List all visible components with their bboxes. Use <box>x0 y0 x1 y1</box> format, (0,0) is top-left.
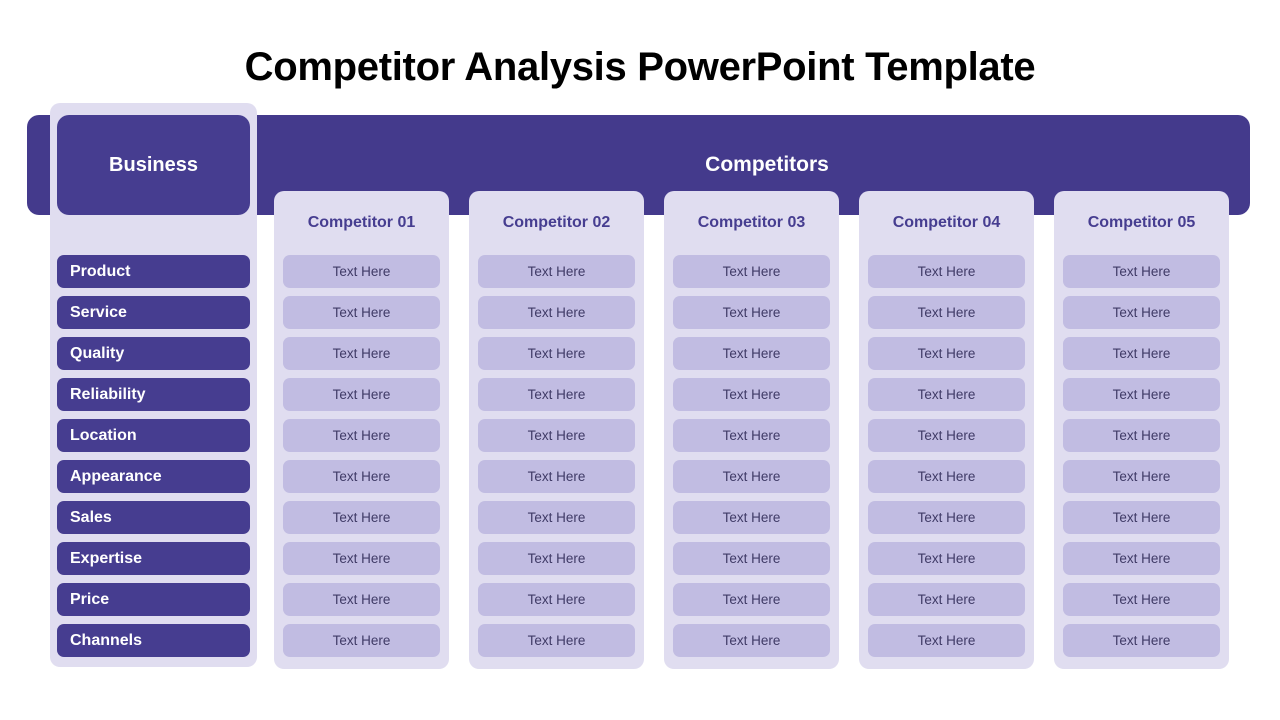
competitor-cell[interactable]: Text Here <box>868 460 1025 493</box>
competitor-cell[interactable]: Text Here <box>478 501 635 534</box>
competitor-cell[interactable]: Text Here <box>283 501 440 534</box>
competitor-cell[interactable]: Text Here <box>283 296 440 329</box>
competitor-column: Competitor 05 Text Here Text Here Text Here… <box>1054 191 1229 669</box>
page-title: Competitor Analysis PowerPoint Template <box>244 45 1036 89</box>
competitor-cell[interactable]: Text Here <box>478 419 635 452</box>
competitor-cell[interactable]: Text Here <box>868 583 1025 616</box>
competitor-cell[interactable]: Text Here <box>283 542 440 575</box>
competitor-cell[interactable]: Text Here <box>673 583 830 616</box>
competitor-column: Competitor 01 Text Here Text Here Text Here… <box>274 191 449 669</box>
competitor-cell[interactable]: Text Here <box>1063 460 1220 493</box>
competitor-cell[interactable]: Text Here <box>283 337 440 370</box>
competitor-cell[interactable]: Text Here <box>868 255 1025 288</box>
competitor-column: Competitor 03 Text Here Text Here Text Here… <box>664 191 839 669</box>
competitor-cell[interactable]: Text Here <box>283 583 440 616</box>
criteria-row[interactable]: Expertise <box>57 542 250 575</box>
competitor-cell[interactable]: Text Here <box>478 255 635 288</box>
competitor-cell[interactable]: Text Here <box>673 460 830 493</box>
competitor-cell[interactable]: Text Here <box>283 460 440 493</box>
competitor-column-header[interactable]: Competitor 04 <box>868 191 1025 255</box>
competitor-cell[interactable]: Text Here <box>673 419 830 452</box>
criteria-row[interactable]: Price <box>57 583 250 616</box>
competitor-cell[interactable]: Text Here <box>478 542 635 575</box>
competitor-cell[interactable]: Text Here <box>1063 583 1220 616</box>
competitor-cell[interactable]: Text Here <box>673 542 830 575</box>
competitor-cell[interactable]: Text Here <box>673 296 830 329</box>
competitor-cell[interactable]: Text Here <box>478 583 635 616</box>
competitor-column-header[interactable]: Competitor 02 <box>478 191 635 255</box>
competitor-cell[interactable]: Text Here <box>478 337 635 370</box>
criteria-row[interactable]: Product <box>57 255 250 288</box>
competitor-cell[interactable]: Text Here <box>1063 337 1220 370</box>
criteria-list: Product Service Quality Reliability Location… <box>57 255 250 665</box>
competitor-cell[interactable]: Text Here <box>868 624 1025 657</box>
criteria-row[interactable]: Reliability <box>57 378 250 411</box>
competitor-column: Competitor 02 Text Here Text Here Text Here… <box>469 191 644 669</box>
competitor-cell[interactable]: Text Here <box>868 337 1025 370</box>
competitor-cell[interactable]: Text Here <box>673 337 830 370</box>
competitor-cell[interactable]: Text Here <box>283 378 440 411</box>
business-header: Business <box>57 115 250 215</box>
competitor-cell[interactable]: Text Here <box>1063 624 1220 657</box>
competitor-column-header[interactable]: Competitor 05 <box>1063 191 1220 255</box>
competitor-cell[interactable]: Text Here <box>868 296 1025 329</box>
competitor-column: Competitor 04 Text Here Text Here Text Here… <box>859 191 1034 669</box>
competitor-cell[interactable]: Text Here <box>868 501 1025 534</box>
competitor-cell[interactable]: Text Here <box>673 378 830 411</box>
competitor-cell[interactable]: Text Here <box>673 255 830 288</box>
criteria-row[interactable]: Quality <box>57 337 250 370</box>
competitor-cell[interactable]: Text Here <box>1063 542 1220 575</box>
competitor-cell[interactable]: Text Here <box>868 419 1025 452</box>
competitor-column-header[interactable]: Competitor 01 <box>283 191 440 255</box>
competitor-cell[interactable]: Text Here <box>283 419 440 452</box>
competitor-cell[interactable]: Text Here <box>478 378 635 411</box>
competitor-cell[interactable]: Text Here <box>478 624 635 657</box>
competitor-cell[interactable]: Text Here <box>478 296 635 329</box>
competitor-cell[interactable]: Text Here <box>1063 255 1220 288</box>
competitor-columns: Competitor 01 Text Here Text Here Text Here… <box>274 191 1229 669</box>
competitor-cell[interactable]: Text Here <box>478 460 635 493</box>
competitor-column-header[interactable]: Competitor 03 <box>673 191 830 255</box>
criteria-row[interactable]: Sales <box>57 501 250 534</box>
criteria-row[interactable]: Channels <box>57 624 250 657</box>
competitor-cell[interactable]: Text Here <box>283 255 440 288</box>
competitor-cell[interactable]: Text Here <box>673 501 830 534</box>
competitor-cell[interactable]: Text Here <box>1063 296 1220 329</box>
criteria-row[interactable]: Location <box>57 419 250 452</box>
competitor-cell[interactable]: Text Here <box>283 624 440 657</box>
competitor-cell[interactable]: Text Here <box>1063 501 1220 534</box>
competitor-cell[interactable]: Text Here <box>673 624 830 657</box>
competitor-cell[interactable]: Text Here <box>1063 419 1220 452</box>
criteria-row[interactable]: Service <box>57 296 250 329</box>
competitor-cell[interactable]: Text Here <box>1063 378 1220 411</box>
criteria-row[interactable]: Appearance <box>57 460 250 493</box>
competitor-cell[interactable]: Text Here <box>868 542 1025 575</box>
competitor-cell[interactable]: Text Here <box>868 378 1025 411</box>
